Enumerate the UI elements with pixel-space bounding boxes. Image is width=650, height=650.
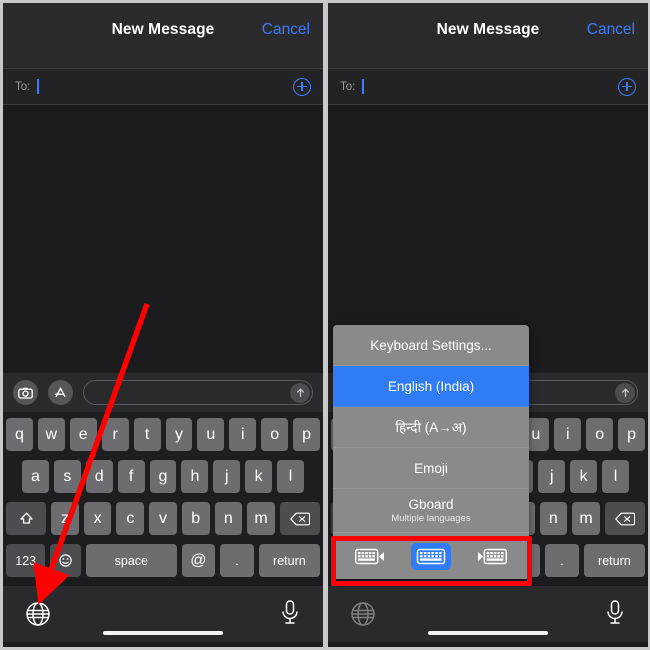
add-contact-button-right[interactable] [618,77,636,96]
key-s[interactable]: s [53,460,81,493]
home-indicator-right [428,631,548,635]
microphone-icon-right[interactable] [604,599,626,632]
key-i-right[interactable]: i [554,418,582,451]
popup-item-label: Gboard [408,497,454,512]
keyboard-row-1: q w e r t y u i o p [5,418,321,451]
recipient-field-row[interactable]: To: [3,69,323,105]
key-f[interactable]: f [117,460,145,493]
keyboard-selection-popup: Keyboard Settings... English (India) हिन… [333,325,529,579]
navigation-bar: New Message Cancel [3,3,323,69]
phone-screenshot-right: New Message Cancel To: u i o p j k l n m… [328,3,648,647]
return-key-right[interactable]: return [583,544,646,577]
period-key-right[interactable]: . [545,544,579,577]
cancel-button[interactable]: Cancel [262,21,310,39]
add-contact-button[interactable] [293,77,311,96]
popup-item-label: English (India) [387,378,475,394]
globe-icon-right[interactable] [350,601,376,632]
popup-item-gboard[interactable]: Gboard Multiple languages [333,489,529,533]
popup-item-label: Keyboard Settings... [370,337,492,353]
key-k[interactable]: k [245,460,273,493]
return-key[interactable]: return [258,544,321,577]
keyboard-dock-right-icon[interactable] [472,543,512,570]
text-cursor-right [362,79,365,94]
key-r[interactable]: r [101,418,129,451]
key-h[interactable]: h [181,460,209,493]
key-y[interactable]: y [165,418,193,451]
popup-item-label: हिन्दी (A→अ) [395,420,467,435]
key-o[interactable]: o [261,418,289,451]
key-o-right[interactable]: o [586,418,614,451]
key-n-right[interactable]: n [539,502,568,535]
keyboard-row-3: z x c v b n m [6,502,320,535]
phone-screenshot-left: New Message Cancel To: q w e r t y u i o… [3,3,323,647]
at-key[interactable]: @ [181,544,216,577]
key-a[interactable]: a [22,460,49,493]
keyboard-dock-left-icon[interactable] [350,543,390,570]
period-key[interactable]: . [220,544,254,577]
key-d[interactable]: d [85,460,113,493]
recipient-label-right: To: [340,80,356,93]
keyboard-row-4: 123 space @ . return [6,544,321,577]
key-g[interactable]: g [149,460,177,493]
message-input-field[interactable] [83,380,313,405]
on-screen-keyboard: q w e r t y u i o p a s d f g h j k l z … [3,412,323,577]
key-p-right[interactable]: p [618,418,646,451]
shift-key[interactable] [6,502,47,535]
key-q[interactable]: q [5,418,33,451]
key-e[interactable]: e [69,418,97,451]
key-v[interactable]: v [149,502,177,535]
send-arrow-icon-right[interactable] [615,382,635,403]
message-input-bar [3,373,323,412]
key-t[interactable]: t [133,418,161,451]
cancel-button-right[interactable]: Cancel [587,21,635,39]
recipient-label: To: [15,80,31,93]
recipient-field-row-right[interactable]: To: [328,69,648,105]
popup-item-subtitle: Multiple languages [391,513,471,524]
key-u[interactable]: u [197,418,225,451]
key-z[interactable]: z [51,502,79,535]
popup-item-hindi[interactable]: हिन्दी (A→अ) [333,407,529,448]
backspace-key-right[interactable] [604,502,645,535]
key-j-right[interactable]: j [538,460,566,493]
message-canvas [3,105,323,373]
key-i[interactable]: i [229,418,257,451]
popup-item-english-india[interactable]: English (India) [333,366,529,407]
keyboard-layout-buttons [333,533,529,579]
keyboard-full-icon[interactable] [410,542,451,570]
app-store-icon[interactable] [48,380,73,405]
screenshot-stage: New Message Cancel To: q w e r t y u i o… [0,0,650,650]
camera-icon[interactable] [13,380,38,405]
text-cursor [37,79,40,94]
popup-item-keyboard-settings[interactable]: Keyboard Settings... [333,325,529,366]
key-w[interactable]: w [37,418,65,451]
key-m[interactable]: m [247,502,275,535]
key-x[interactable]: x [83,502,112,535]
popup-item-label: Emoji [414,460,448,476]
navigation-bar-right: New Message Cancel [328,3,648,69]
key-n[interactable]: n [214,502,243,535]
keyboard-bottom-bar-right [328,586,648,642]
space-key[interactable]: space [86,544,177,577]
numbers-key[interactable]: 123 [6,544,46,577]
keyboard-bottom-bar [3,586,323,642]
backspace-key[interactable] [279,502,320,535]
globe-icon[interactable] [25,601,51,632]
key-k-right[interactable]: k [570,460,598,493]
key-c[interactable]: c [116,502,145,535]
key-l[interactable]: l [277,460,305,493]
key-j[interactable]: j [213,460,241,493]
popup-item-emoji[interactable]: Emoji [333,448,529,489]
microphone-icon[interactable] [279,599,301,632]
key-p[interactable]: p [293,418,321,451]
home-indicator [103,631,223,635]
send-arrow-icon[interactable] [290,382,310,403]
key-l-right[interactable]: l [602,460,630,493]
key-b[interactable]: b [181,502,210,535]
emoji-icon[interactable] [50,544,82,577]
key-m-right[interactable]: m [572,502,600,535]
keyboard-row-2: a s d f g h j k l [6,460,320,493]
